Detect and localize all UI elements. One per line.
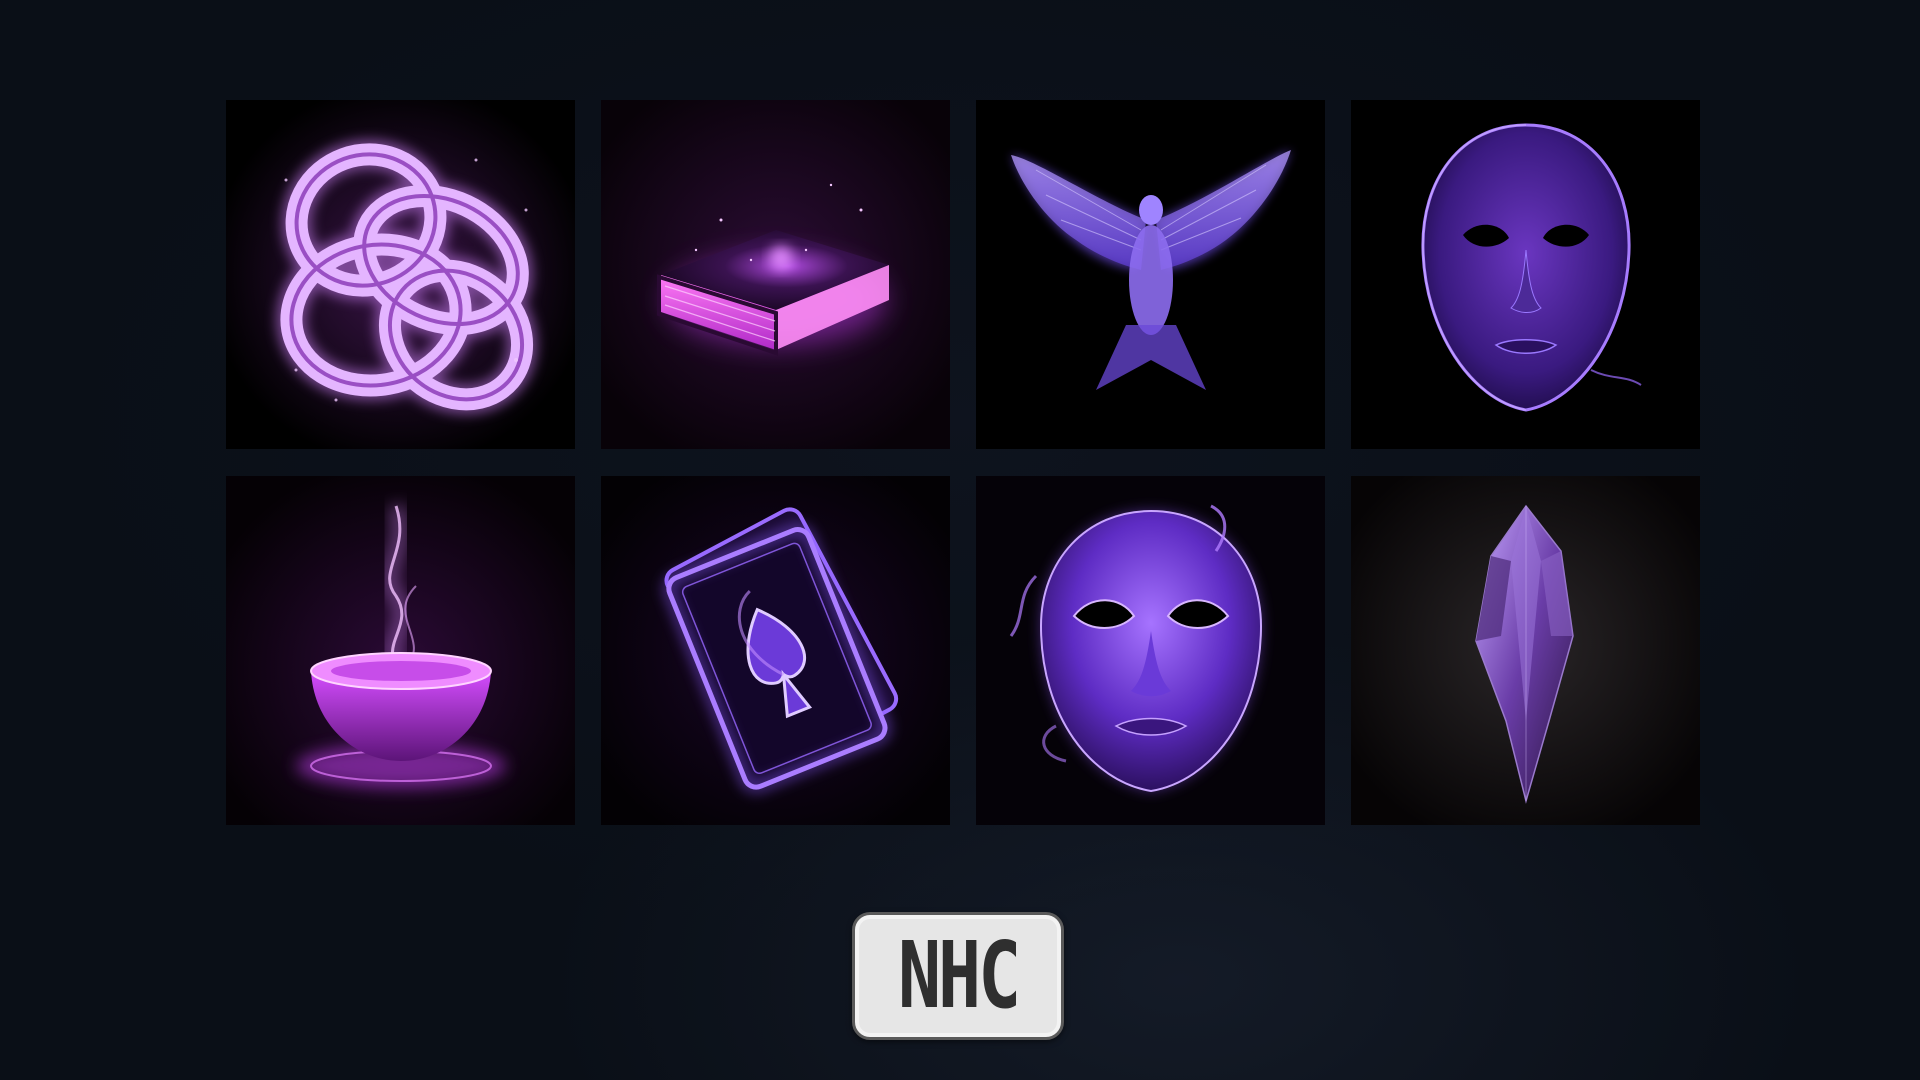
crystal-icon xyxy=(1351,476,1700,825)
tile-face-mask[interactable] xyxy=(1351,100,1700,449)
tile-potion-bowl[interactable] xyxy=(226,476,575,825)
nhc-badge: NHC xyxy=(852,912,1064,1040)
tile-dove[interactable] xyxy=(976,100,1325,449)
page: NHC xyxy=(0,0,1920,1080)
theater-mask-icon xyxy=(976,476,1325,825)
potion-bowl-icon xyxy=(226,476,575,825)
badge-label: NHC xyxy=(897,922,1021,1029)
tile-knot[interactable] xyxy=(226,100,575,449)
playing-card-icon xyxy=(601,476,950,825)
dove-icon xyxy=(976,100,1325,449)
book-icon xyxy=(601,100,950,449)
tile-playing-card[interactable] xyxy=(601,476,950,825)
icon-grid xyxy=(226,100,1701,825)
tile-crystal[interactable] xyxy=(1351,476,1700,825)
face-mask-icon xyxy=(1351,100,1700,449)
tile-theater-mask[interactable] xyxy=(976,476,1325,825)
tile-book[interactable] xyxy=(601,100,950,449)
knot-icon xyxy=(226,100,575,449)
